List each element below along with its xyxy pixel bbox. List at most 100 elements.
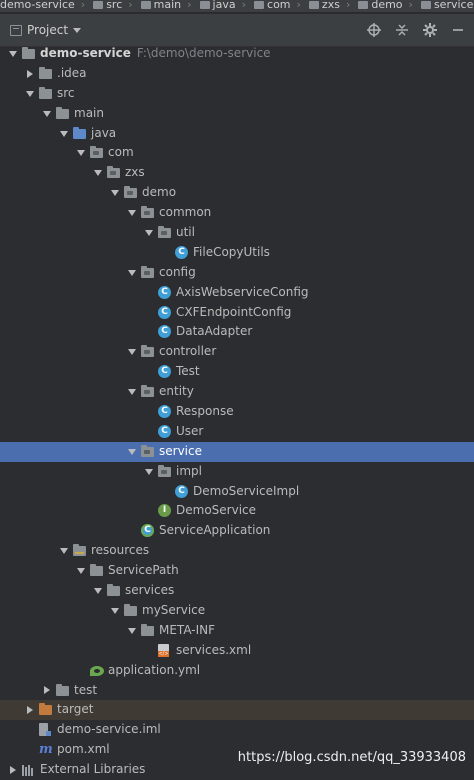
breadcrumb-item[interactable]: zxs › (307, 0, 350, 10)
class-icon: C (158, 365, 171, 379)
chevron-down-icon[interactable] (127, 382, 137, 402)
breadcrumb-item[interactable]: com › (252, 0, 301, 10)
chevron-down-icon[interactable] (127, 442, 137, 462)
tree-node[interactable]: ServicePath (0, 561, 474, 581)
yml-file-icon (90, 665, 104, 676)
chevron-down-icon[interactable] (8, 44, 18, 64)
chevron-right-icon[interactable] (25, 700, 35, 720)
breadcrumb-label: src (106, 0, 123, 11)
tree-node-label: META-INF (159, 621, 215, 641)
breadcrumb-item[interactable]: demo-service › (0, 0, 85, 10)
tree-node[interactable]: application.yml (0, 661, 474, 681)
chevron-down-icon[interactable] (25, 84, 35, 104)
tree-node[interactable]: services (0, 581, 474, 601)
chevron-right-icon[interactable] (25, 64, 35, 84)
tree-node[interactable]: controller (0, 342, 474, 362)
chevron-down-icon[interactable] (127, 263, 137, 283)
chevron-down-icon[interactable] (76, 561, 86, 581)
tree-node[interactable]: service (0, 441, 474, 462)
folder-icon (199, 1, 210, 9)
chevron-right-icon[interactable] (42, 681, 52, 701)
tree-node[interactable]: services.xml (0, 641, 474, 661)
gear-icon[interactable] (422, 22, 438, 38)
class-icon: C (158, 285, 171, 299)
collapse-all-icon[interactable] (394, 22, 410, 38)
tree-node[interactable]: test (0, 681, 474, 701)
package-icon (141, 345, 154, 358)
chevron-down-icon[interactable] (59, 541, 69, 561)
project-view-selector[interactable]: Project (10, 22, 82, 38)
breadcrumb-item[interactable]: src › (91, 0, 133, 11)
folder-icon (39, 86, 52, 99)
tree-node[interactable]: I DemoService (0, 501, 474, 521)
chevron-down-icon[interactable] (110, 183, 120, 203)
tree-node-label: Response (176, 402, 234, 422)
tree-node[interactable]: main (0, 104, 474, 124)
tree-node-label: java (91, 124, 116, 144)
tree-node-text: controller (159, 344, 217, 359)
tree-node[interactable]: common (0, 203, 474, 223)
tree-node[interactable]: myService (0, 601, 474, 621)
tree-node[interactable]: resources (0, 541, 474, 561)
chevron-down-icon[interactable] (42, 104, 52, 124)
tree-node[interactable]: target (0, 700, 474, 721)
package-icon (158, 464, 171, 477)
chevron-down-icon[interactable] (127, 203, 137, 223)
chevron-down-icon[interactable] (127, 342, 137, 362)
tree-node[interactable]: C CXFEndpointConfig (0, 303, 474, 323)
tree-node[interactable]: C User (0, 422, 474, 442)
tree-node-label: DataAdapter (176, 322, 252, 342)
breadcrumb-item[interactable]: java › (198, 0, 246, 10)
tree-node[interactable]: demo-service F:\demo\demo-service (0, 44, 474, 64)
breadcrumb-item[interactable]: main › (139, 0, 192, 10)
tree-node[interactable]: C Test (0, 362, 474, 382)
folder-icon (308, 1, 319, 9)
chevron-down-icon[interactable] (93, 163, 103, 183)
chevron-down-icon[interactable] (59, 124, 69, 144)
tree-node-icon (39, 66, 53, 80)
tree-node[interactable]: C DemoServiceImpl (0, 482, 474, 502)
locate-icon[interactable] (366, 22, 382, 38)
tree-node[interactable]: zxs (0, 163, 474, 183)
tree-node-text: impl (176, 463, 202, 478)
tree-node-label: controller (159, 342, 216, 362)
tree-node[interactable]: impl (0, 462, 474, 482)
chevron-down-icon[interactable] (76, 143, 86, 163)
tree-node[interactable]: src (0, 84, 474, 104)
tree-node[interactable]: config (0, 263, 474, 283)
tree-node[interactable]: .idea (0, 64, 474, 84)
tree-node[interactable]: util (0, 223, 474, 243)
package-icon (107, 166, 120, 179)
tree-node[interactable]: C FileCopyUtils (0, 243, 474, 263)
folder-icon (358, 1, 369, 9)
tree-node-icon (158, 464, 172, 478)
chevron-down-icon[interactable] (93, 581, 103, 601)
chevron-down-icon[interactable] (110, 601, 120, 621)
tree-node-text: resources (91, 543, 150, 558)
chevron-down-icon[interactable] (144, 223, 154, 243)
folder-icon (90, 564, 103, 577)
tree-node-icon: m (39, 743, 53, 756)
tree-node[interactable]: entity (0, 382, 474, 402)
tree-node[interactable]: java (0, 124, 474, 144)
tree-node[interactable]: C DataAdapter (0, 322, 474, 342)
tree-node[interactable]: demo-service.iml (0, 720, 474, 740)
tree-node[interactable]: C AxisWebserviceConfig (0, 283, 474, 303)
tree-node-text: myService (142, 602, 206, 617)
chevron-down-icon[interactable] (144, 462, 154, 482)
tree-node-text: CXFEndpointConfig (176, 304, 292, 319)
tree-node-text: target (57, 702, 94, 717)
breadcrumb-item[interactable]: demo › (356, 0, 413, 10)
breadcrumb-item[interactable]: service (419, 0, 473, 10)
tree-node[interactable]: C ServiceApplication (0, 521, 474, 541)
chevron-right-icon[interactable] (8, 760, 18, 780)
tree-node[interactable]: demo (0, 183, 474, 203)
chevron-down-icon[interactable] (127, 621, 137, 641)
hide-icon[interactable] (450, 22, 466, 38)
tree-node[interactable]: META-INF (0, 621, 474, 641)
tree-node[interactable]: C Response (0, 402, 474, 422)
tree-node-icon (107, 166, 121, 179)
tree-node-text: common (159, 205, 212, 220)
tree-node[interactable]: com (0, 143, 474, 163)
tree-node-icon (56, 106, 70, 120)
